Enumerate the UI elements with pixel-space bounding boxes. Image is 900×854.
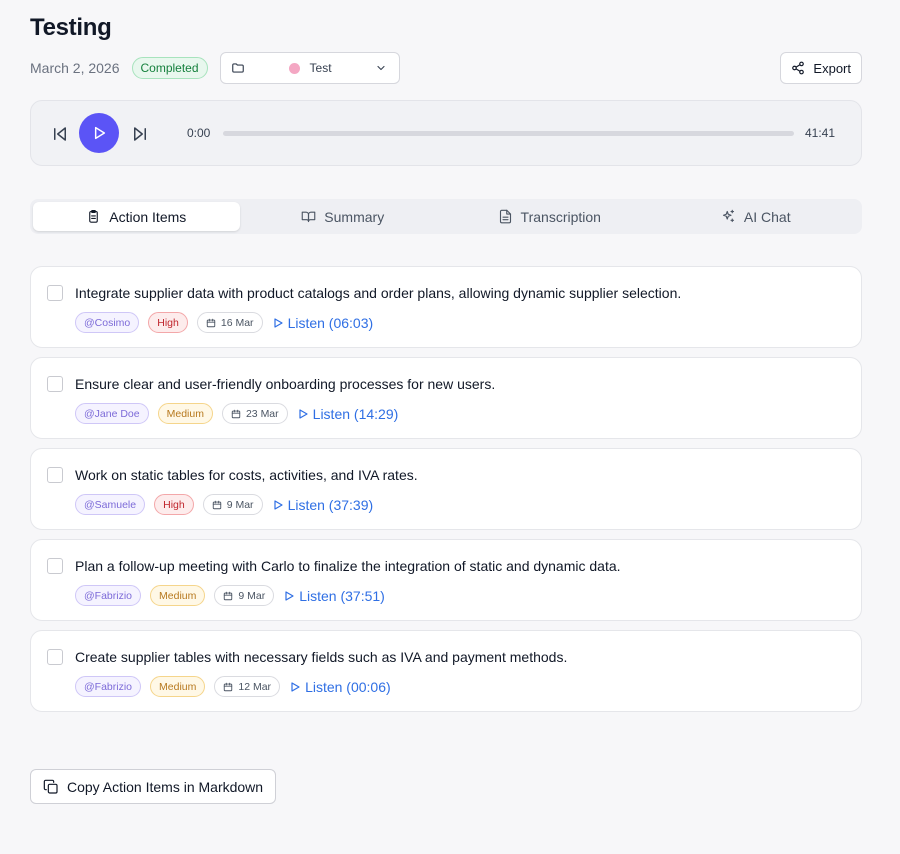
listen-label: Listen (14:29) xyxy=(312,405,399,422)
listen-link[interactable]: Listen (37:51) xyxy=(283,588,385,604)
action-item-meta: @Samuele High 9 Mar Listen (37:39) xyxy=(75,494,373,515)
action-item-checkbox[interactable] xyxy=(47,285,63,301)
priority-chip[interactable]: Medium xyxy=(150,585,206,606)
content-tabs: Action Items Summary Transcription AI Ch… xyxy=(30,199,862,234)
export-label: Export xyxy=(813,60,851,76)
calendar-icon xyxy=(206,318,216,328)
audio-player: 0:00 41:41 xyxy=(30,100,862,166)
file-text-icon xyxy=(498,209,513,224)
priority-chip[interactable]: Medium xyxy=(150,676,206,697)
action-item-checkbox[interactable] xyxy=(47,467,63,483)
action-item-text: Integrate supplier data with product cat… xyxy=(75,285,682,301)
book-open-icon xyxy=(301,209,316,224)
share-icon xyxy=(791,61,805,75)
action-item-text: Ensure clear and user-friendly onboardin… xyxy=(75,376,496,392)
action-item: Integrate supplier data with product cat… xyxy=(30,266,862,348)
calendar-icon xyxy=(223,682,233,692)
status-badge: Completed xyxy=(131,57,208,79)
action-item-checkbox[interactable] xyxy=(47,649,63,665)
due-date-chip[interactable]: 23 Mar xyxy=(221,403,288,424)
skip-back-icon[interactable] xyxy=(51,125,69,143)
action-item-text: Work on static tables for costs, activit… xyxy=(75,467,418,483)
action-item-meta: @Jane Doe Medium 23 Mar Listen (14:29) xyxy=(75,403,398,424)
listen-link[interactable]: Listen (14:29) xyxy=(297,405,399,422)
assignee-chip[interactable]: @Samuele xyxy=(75,494,146,515)
play-icon xyxy=(272,499,284,511)
copy-markdown-label: Copy Action Items in Markdown xyxy=(67,778,264,795)
tab-label: Summary xyxy=(324,208,385,225)
play-button[interactable] xyxy=(79,113,119,153)
action-item: Work on static tables for costs, activit… xyxy=(30,448,862,530)
play-icon xyxy=(297,408,309,420)
due-date-chip[interactable]: 16 Mar xyxy=(196,312,263,333)
listen-label: Listen (00:06) xyxy=(305,678,391,695)
priority-chip[interactable]: Medium xyxy=(157,403,213,424)
assignee-chip[interactable]: @Cosimo xyxy=(75,312,140,333)
tab-label: Transcription xyxy=(520,208,601,225)
calendar-icon xyxy=(223,591,233,601)
page-title: Testing xyxy=(30,14,112,41)
action-item-text: Create supplier tables with necessary fi… xyxy=(75,649,568,665)
play-icon xyxy=(289,681,301,693)
sparkles-icon xyxy=(721,209,736,224)
listen-link[interactable]: Listen (06:03) xyxy=(272,314,374,331)
due-date-label: 12 Mar xyxy=(238,680,272,693)
action-item: Create supplier tables with necessary fi… xyxy=(30,630,862,712)
copy-icon xyxy=(43,779,59,795)
tab-action-items[interactable]: Action Items xyxy=(33,202,240,231)
action-item-checkbox[interactable] xyxy=(47,558,63,574)
meta-row: March 2, 2026 Completed Test Export xyxy=(30,52,862,84)
due-date-label: 23 Mar xyxy=(245,407,279,420)
due-date-label: 9 Mar xyxy=(238,589,266,602)
action-item: Ensure clear and user-friendly onboardin… xyxy=(30,357,862,439)
action-item-meta: @Cosimo High 16 Mar Listen (06:03) xyxy=(75,312,373,333)
tab-summary[interactable]: Summary xyxy=(240,202,447,231)
action-item: Plan a follow-up meeting with Carlo to f… xyxy=(30,539,862,621)
listen-label: Listen (37:39) xyxy=(287,496,374,513)
folder-color-dot xyxy=(288,63,300,74)
due-date-label: 16 Mar xyxy=(220,316,254,329)
listen-label: Listen (37:51) xyxy=(299,587,385,604)
meeting-date: March 2, 2026 xyxy=(30,60,120,76)
listen-label: Listen (06:03) xyxy=(287,314,374,331)
folder-name: Test xyxy=(309,61,332,75)
listen-link[interactable]: Listen (00:06) xyxy=(289,679,391,695)
total-time: 41:41 xyxy=(805,126,836,140)
due-date-chip[interactable]: 9 Mar xyxy=(202,494,263,515)
action-items-list: Integrate supplier data with product cat… xyxy=(30,266,862,721)
play-icon xyxy=(91,125,107,141)
tab-label: Action Items xyxy=(109,208,187,225)
action-item-text: Plan a follow-up meeting with Carlo to f… xyxy=(75,558,621,574)
meeting-detail-page: Testing March 2, 2026 Completed Test Exp… xyxy=(0,0,900,854)
tab-label: AI Chat xyxy=(743,208,791,225)
action-item-meta: @Fabrizio Medium 12 Mar Listen (00:06) xyxy=(75,676,391,697)
tab-transcription[interactable]: Transcription xyxy=(446,202,653,231)
action-item-checkbox[interactable] xyxy=(47,376,63,392)
clipboard-list-icon xyxy=(86,209,101,224)
calendar-icon xyxy=(212,500,222,510)
assignee-chip[interactable]: @Fabrizio xyxy=(75,585,142,606)
chevron-down-icon xyxy=(375,62,387,74)
assignee-chip[interactable]: @Fabrizio xyxy=(75,676,142,697)
listen-link[interactable]: Listen (37:39) xyxy=(272,496,374,513)
priority-chip[interactable]: High xyxy=(154,494,194,515)
assignee-chip[interactable]: @Jane Doe xyxy=(75,403,149,424)
due-date-label: 9 Mar xyxy=(226,498,254,511)
action-item-meta: @Fabrizio Medium 9 Mar Listen (37:51) xyxy=(75,585,385,606)
calendar-icon xyxy=(231,409,241,419)
folder-select[interactable]: Test xyxy=(219,52,400,84)
current-time: 0:00 xyxy=(187,126,211,140)
tab-ai-chat[interactable]: AI Chat xyxy=(653,202,860,231)
play-icon xyxy=(283,590,295,602)
folder-icon xyxy=(231,61,245,75)
due-date-chip[interactable]: 12 Mar xyxy=(214,676,281,697)
priority-chip[interactable]: High xyxy=(148,312,188,333)
copy-markdown-button[interactable]: Copy Action Items in Markdown xyxy=(30,769,277,804)
progress-bar[interactable] xyxy=(223,131,794,136)
export-button[interactable]: Export xyxy=(780,52,862,84)
due-date-chip[interactable]: 9 Mar xyxy=(214,585,275,606)
skip-forward-icon[interactable] xyxy=(131,125,149,143)
play-icon xyxy=(272,317,284,329)
